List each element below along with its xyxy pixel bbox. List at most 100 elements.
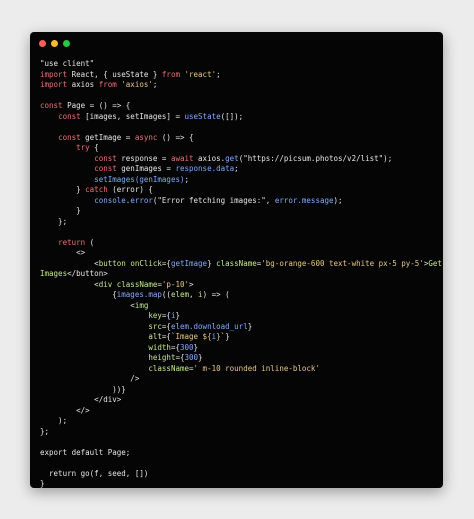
code-token: await [170,153,194,163]
code-token: src [148,321,162,331]
code-token: try [76,143,90,152]
code-line: ); [40,416,438,427]
code-token: ("https://picsum.photos/v2/list"); [238,153,393,163]
code-line: ))} [40,385,438,396]
code-token: axios [67,80,99,89]
code-line: <> [40,248,438,259]
code-token: ); [333,195,343,205]
code-token: 'p-10' [161,279,190,289]
code-token: > [189,279,194,289]
code-token: from [161,69,180,79]
code-token: } [40,479,45,488]
code-line: export default Page; [40,448,438,459]
code-token: (error) { [107,185,153,194]
code-token: , [189,290,199,299]
code-token: ("Error fetching images:", [152,195,275,205]
code-token: genImages = [116,164,176,173]
code-token: ' m-10 rounded inline-block' [193,363,320,373]
code-token: } [198,353,203,362]
code-line: const genImages = response.data; [40,164,438,175]
code-token: response.data [175,164,235,173]
code-line: return ( [40,238,438,249]
code-line: console.error("Error fetching images:", … [40,196,438,207]
code-line: } [40,479,438,488]
code-token: } [175,311,180,320]
code-line: </div> [40,395,438,406]
window-titlebar [30,32,443,56]
maximize-dot-icon [63,40,70,47]
code-token: < [40,279,99,289]
code-line: import React, { useState } from 'react'; [40,70,438,81]
code-token: </> [40,405,90,415]
code-token: images.map [116,290,162,299]
code-token: alt [148,332,162,341]
code-token: from [98,80,117,89]
code-token: axios. [193,153,226,163]
code-token: const [40,101,63,110]
code-token: React, { useState } [67,69,162,79]
code-line: alt={`Image ${i}`} [40,332,438,343]
code-token: const [58,111,81,121]
code-line: "use client" [40,59,438,70]
code-token: Image ${ [175,332,212,341]
code-token: const [94,164,117,173]
code-token: `} [220,332,230,341]
code-token: button [98,258,126,268]
code-line: Images</button> [40,269,438,280]
code-token: ; [234,164,239,173]
code-token: height [148,353,176,362]
code-line: const Page = () => { [40,101,438,112]
code-token: ([]); [220,111,244,121]
code-token: console [94,195,126,205]
code-token: key [148,311,162,320]
code-token: const [58,132,81,142]
code-token: width [148,342,171,352]
code-token: <> [40,248,86,257]
code-token: catch [85,185,108,194]
code-token: { [89,143,99,152]
code-token: className [116,279,158,289]
code-line: className=' m-10 rounded inline-block' [40,364,438,375]
code-token: error [130,195,153,205]
code-line: {images.map((elem, i) => ( [40,290,438,301]
code-token: < [40,300,135,310]
code-line: <button onClick={getImage} className='bg… [40,258,442,270]
code-line: }; [40,427,438,438]
code-token: () => { [157,132,194,142]
code-token: ; [152,80,158,89]
code-token: } [193,342,199,352]
code-token: ; [184,174,190,184]
code-token: } [40,185,86,194]
code-token: } [207,258,217,268]
code-token: < [40,258,99,268]
code-line: const response = await axios.get("https:… [40,154,438,165]
code-token: setImages(genImages) [94,174,185,184]
code-token: ={ [170,342,180,352]
code-token: { [40,290,117,299]
code-token: get [225,153,239,163]
code-token: img [134,300,149,310]
code-token: }; [40,216,68,226]
code-token: /> [40,374,140,383]
code-block: "use client" import React, { useState } f… [40,59,442,488]
code-token: useState [184,111,221,121]
code-token: elem [170,290,190,299]
code-token: 'axios' [121,80,153,89]
code-line: setImages(genImages); [40,175,438,186]
code-line: </> [40,406,438,417]
code-token: [images, setImages] = [80,111,185,121]
code-token: ( [85,237,95,247]
code-line: width={300} [40,343,438,354]
code-token: ={ [175,353,185,362]
code-token: 300 [184,353,199,362]
code-token: (( [161,290,171,299]
